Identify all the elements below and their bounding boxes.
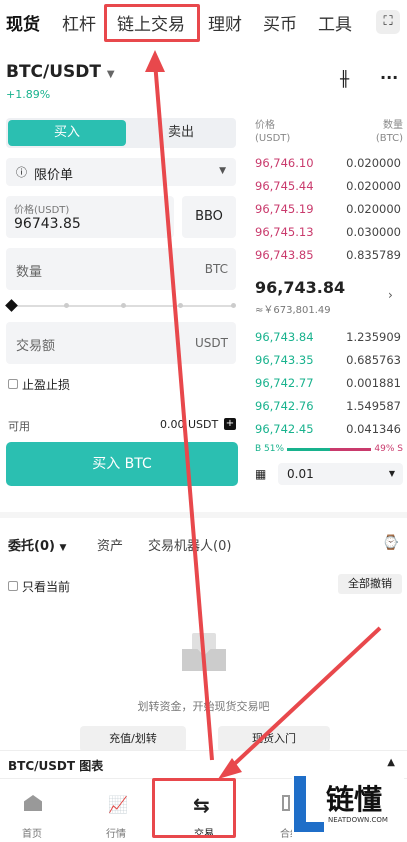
annotation-arrows xyxy=(145,50,382,779)
